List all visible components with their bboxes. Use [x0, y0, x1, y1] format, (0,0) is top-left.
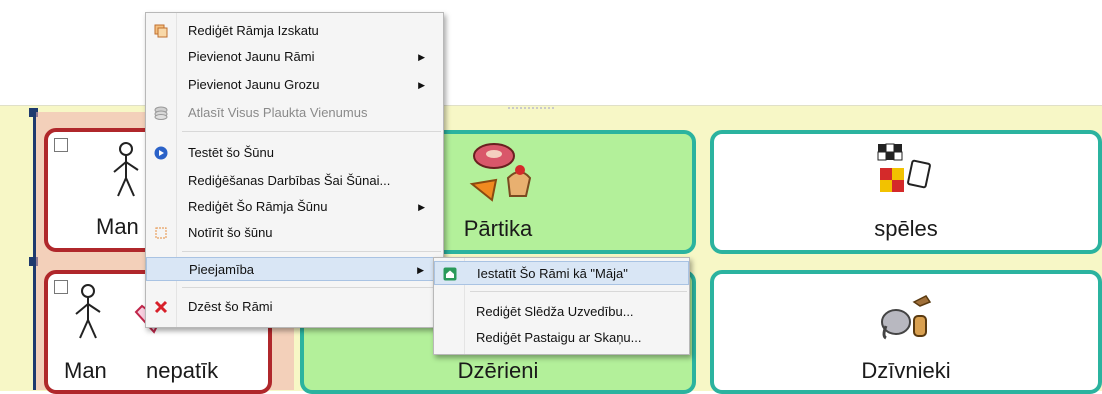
- cell-label: Dzīvnieki: [861, 358, 951, 383]
- home-icon: [443, 267, 457, 281]
- menu-separator: [182, 251, 441, 252]
- menu-item-label: Atlasīt Visus Plaukta Vienumus: [188, 105, 368, 120]
- menu-item-set-as-home[interactable]: Iestatīt Šo Rāmi kā "Māja": [434, 261, 689, 285]
- menu-item-edit-cell-actions[interactable]: Rediģēšanas Darbības Šai Šūnai...: [146, 169, 443, 193]
- menu-item-edit-audio-walk[interactable]: Rediģēt Pastaigu ar Skaņu...: [434, 326, 689, 350]
- play-icon: [154, 146, 168, 160]
- cell-label: spēles: [874, 216, 938, 241]
- games-icon: [877, 143, 931, 192]
- menu-item-label: Iestatīt Šo Rāmi kā "Māja": [477, 266, 628, 281]
- submenu-arrow-icon: ▶: [418, 202, 425, 212]
- submenu-arrow-icon: ▶: [417, 265, 424, 275]
- menu-item-accessibility[interactable]: Pieejamība ▶: [146, 257, 443, 281]
- menu-item-add-new-frame[interactable]: Pievienot Jaunu Rāmi ▶: [146, 45, 443, 69]
- drag-grip[interactable]: [508, 107, 554, 109]
- menu-separator: [182, 131, 441, 132]
- menu-item-label: Dzēst šo Rāmi: [188, 299, 273, 314]
- menu-separator: [470, 291, 687, 292]
- cell-checkbox[interactable]: [54, 138, 68, 152]
- clear-cell-icon: [155, 227, 167, 239]
- person-like-icon: [113, 142, 139, 197]
- submenu-arrow-icon: ▶: [418, 52, 425, 62]
- menu-item-test-cell[interactable]: Testēt šo Šūnu: [146, 141, 443, 165]
- menu-item-clear-cell[interactable]: Notīrīt šo šūnu: [146, 221, 443, 245]
- frame-appearance-icon: [154, 24, 168, 38]
- accessibility-submenu: Iestatīt Šo Rāmi kā "Māja" Rediģēt Slēdž…: [433, 257, 690, 355]
- menu-separator: [182, 287, 441, 288]
- menu-item-label: Pieejamība: [189, 262, 255, 277]
- animals-icon: [881, 295, 932, 340]
- menu-item-select-all-shelf-items[interactable]: Atlasīt Visus Plaukta Vienumus: [146, 101, 443, 125]
- cell-checkbox[interactable]: [54, 280, 68, 294]
- menu-item-edit-frame-cell[interactable]: Rediģēt Šo Rāmja Šūnu ▶: [146, 195, 443, 219]
- context-menu: Rediģēt Rāmja Izskatu Pievienot Jaunu Rā…: [145, 12, 444, 328]
- cell-label: Dzērieni: [457, 358, 539, 383]
- stack-icon: [154, 106, 168, 120]
- delete-x-icon: [154, 300, 168, 314]
- cell-dzivnieki[interactable]: Dzīvnieki: [710, 270, 1102, 394]
- menu-item-label: Notīrīt šo šūnu: [188, 225, 273, 240]
- menu-item-label: Pievienot Jaunu Rāmi: [188, 49, 315, 64]
- menu-item-label: Pievienot Jaunu Grozu: [188, 77, 320, 92]
- menu-item-label: Rediģēt Pastaigu ar Skaņu...: [476, 330, 642, 345]
- menu-item-add-new-basket[interactable]: Pievienot Jaunu Grozu ▶: [146, 73, 443, 97]
- cell-speles[interactable]: spēles: [710, 130, 1102, 254]
- menu-item-label: Rediģēt Slēdža Uzvedību...: [476, 304, 634, 319]
- menu-item-edit-frame-appearance[interactable]: Rediģēt Rāmja Izskatu: [146, 19, 443, 43]
- menu-item-label: Rediģēt Rāmja Izskatu: [188, 23, 319, 38]
- menu-item-edit-switch-behavior[interactable]: Rediģēt Slēdža Uzvedību...: [434, 300, 689, 324]
- food-icon: [469, 143, 532, 202]
- menu-item-label: Rediģēšanas Darbības Šai Šūnai...: [188, 173, 391, 188]
- person-dislike-icon: [75, 284, 101, 339]
- submenu-arrow-icon: ▶: [418, 80, 425, 90]
- menu-item-label: Rediģēt Šo Rāmja Šūnu: [188, 199, 328, 214]
- menu-item-label: Testēt šo Šūnu: [188, 145, 274, 160]
- cell-label: nepatīk: [146, 358, 219, 383]
- menu-item-delete-frame[interactable]: Dzēst šo Rāmi: [146, 295, 443, 319]
